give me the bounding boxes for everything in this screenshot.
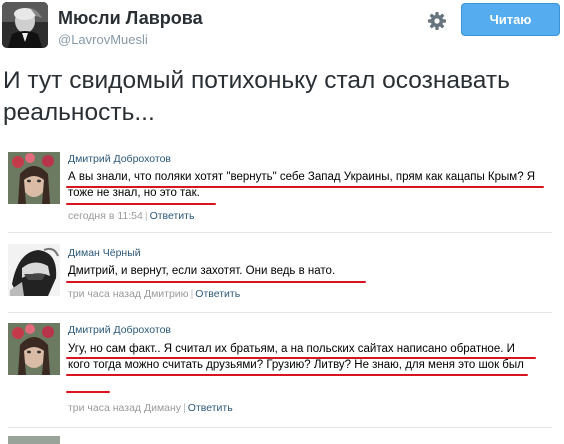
- author-handle[interactable]: @LavrovMuesli: [58, 32, 148, 47]
- red-underline: [66, 391, 110, 393]
- commenter-avatar[interactable]: [8, 152, 60, 204]
- red-underline: [66, 357, 536, 359]
- comment-meta: три часа назад Дмитрию | Ответить: [68, 288, 241, 300]
- comment-meta: сегодня в 11:54 | Ответить: [68, 210, 195, 222]
- divider: [8, 232, 552, 233]
- comment-text: Дмитрий, и вернут, если захотят. Они вед…: [68, 265, 336, 277]
- author-avatar[interactable]: [2, 2, 48, 48]
- tweet-text: И тут свидомый потихоньку стал осознават…: [3, 67, 510, 126]
- author-name[interactable]: Мюсли Лаврова: [58, 8, 203, 29]
- comment-meta: три часа назад Диману | Ответить: [68, 402, 233, 414]
- red-underline: [66, 186, 544, 188]
- reply-link[interactable]: Ответить: [195, 288, 240, 300]
- tweet-header: Мюсли Лаврова @LavrovMuesli Читаю: [0, 0, 564, 58]
- commenter-avatar[interactable]: [8, 244, 60, 296]
- reply-link[interactable]: Ответить: [150, 210, 195, 222]
- reply-link[interactable]: Ответить: [188, 402, 233, 414]
- commenter-avatar[interactable]: [8, 436, 60, 444]
- comment-time[interactable]: три часа назад Диману: [68, 402, 181, 414]
- divider: [8, 427, 552, 428]
- comment-author[interactable]: Диман Чёрный: [68, 247, 141, 259]
- red-underline: [66, 374, 528, 376]
- gear-icon[interactable]: [426, 10, 448, 32]
- red-underline: [66, 281, 366, 283]
- divider: [8, 312, 552, 313]
- comment-time[interactable]: три часа назад Дмитрию: [68, 288, 189, 300]
- comment-text: А вы знали, что поляки хотят "вернуть" с…: [68, 171, 536, 199]
- comment-time[interactable]: сегодня в 11:54: [68, 210, 143, 222]
- commenter-avatar[interactable]: [8, 323, 60, 375]
- follow-button[interactable]: Читаю: [461, 3, 560, 36]
- comment-author[interactable]: Дмитрий Доброхотов: [68, 153, 171, 165]
- red-underline: [66, 203, 216, 205]
- comment-author[interactable]: Дмитрий Доброхотов: [68, 324, 171, 336]
- attached-screenshot[interactable]: Дмитрий Доброхотов А вы знали, что поляк…: [0, 140, 564, 444]
